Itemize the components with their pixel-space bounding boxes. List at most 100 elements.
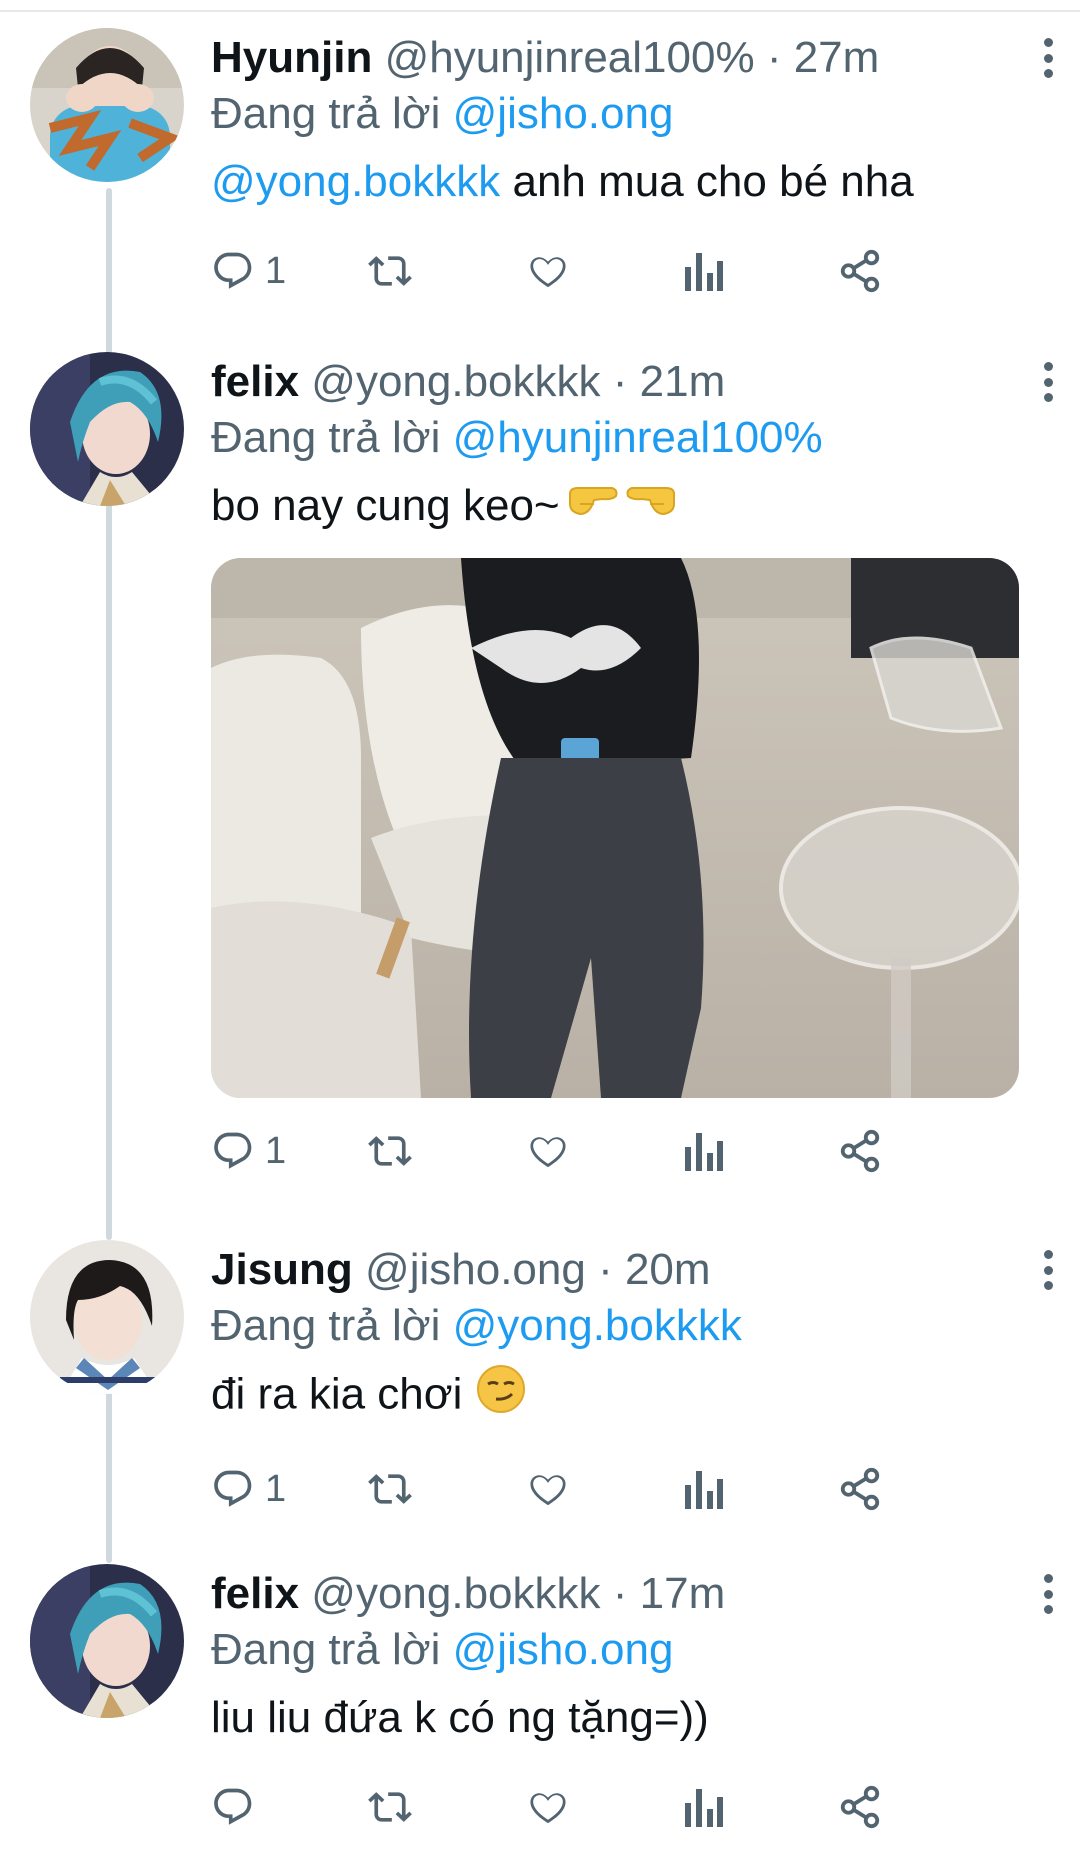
reply-button[interactable]: 1: [211, 1464, 286, 1514]
like-button[interactable]: [526, 1464, 570, 1514]
timestamp[interactable]: · 27m: [767, 33, 879, 82]
more-options-icon[interactable]: [1036, 38, 1060, 78]
user-handle[interactable]: @yong.bokkkk: [311, 357, 600, 406]
pointing-right-emoji: [566, 478, 622, 538]
views-icon: [685, 253, 723, 291]
share-icon: [840, 1467, 880, 1511]
display-name[interactable]: felix: [211, 357, 299, 406]
user-handle[interactable]: @yong.bokkkk: [311, 1569, 600, 1618]
avatar[interactable]: [30, 352, 184, 506]
views-button[interactable]: [683, 1126, 723, 1176]
tweet-actions: 1: [211, 1454, 1031, 1524]
reply-icon: [214, 1788, 252, 1825]
reply-button[interactable]: 1: [211, 1126, 286, 1176]
user-handle[interactable]: @jisho.ong: [365, 1245, 586, 1294]
tweet-text-body: liu liu đứa k có ng tặng=)): [211, 1693, 709, 1742]
text-mention[interactable]: @yong.bokkkk: [211, 157, 500, 206]
retweet-button[interactable]: [366, 1782, 414, 1832]
views-button[interactable]: [683, 246, 723, 296]
timestamp[interactable]: · 17m: [613, 1569, 725, 1618]
replying-to-line: Đang trả lời @jisho.ong: [211, 84, 1021, 144]
tweet-actions: 1: [211, 1116, 1031, 1186]
tweet-header: felix @yong.bokkkk · 21m: [211, 352, 1021, 412]
tweet-header: Hyunjin @hyunjinreal100% · 27m: [211, 28, 1021, 88]
reply-icon: [214, 252, 252, 289]
tweet[interactable]: felix @yong.bokkkk · 21m Đang trả lời @h…: [0, 352, 1080, 1173]
like-icon: [530, 1793, 566, 1824]
tweet-media-image[interactable]: [211, 558, 1019, 1099]
views-icon: [685, 1133, 723, 1172]
retweet-button[interactable]: [366, 1126, 414, 1176]
like-button[interactable]: [526, 1782, 570, 1832]
tweet-text: bo nay cung keo~: [211, 476, 1021, 538]
like-button[interactable]: [526, 1126, 570, 1176]
display-name[interactable]: Jisung: [211, 1245, 353, 1294]
replying-to-label: Đang trả lời: [211, 1301, 441, 1350]
reply-icon: [214, 1133, 252, 1170]
retweet-icon: [368, 1136, 412, 1167]
tweet-text: liu liu đứa k có ng tặng=)): [211, 1688, 1021, 1748]
tweet[interactable]: Jisung @jisho.ong · 20m Đang trả lời @yo…: [0, 1240, 1080, 1540]
tweet[interactable]: felix @yong.bokkkk · 17m Đang trả lời @j…: [0, 1564, 1080, 1864]
share-button[interactable]: [837, 1126, 883, 1176]
retweet-icon: [368, 1474, 412, 1504]
more-options-icon[interactable]: [1036, 1250, 1060, 1290]
avatar[interactable]: [30, 28, 184, 182]
avatar[interactable]: [30, 1564, 184, 1718]
tweet-text-body: anh mua cho bé nha: [500, 157, 914, 206]
retweet-icon: [368, 256, 412, 286]
smirking-face-emoji: [476, 1364, 526, 1430]
tweet-header: Jisung @jisho.ong · 20m: [211, 1240, 1021, 1300]
reply-count: 1: [265, 1468, 287, 1510]
tweet-text: đi ra kia chơi: [211, 1364, 1021, 1430]
reply-to-mention[interactable]: @jisho.ong: [453, 89, 674, 138]
replying-to-line: Đang trả lời @yong.bokkkk: [211, 1296, 1021, 1356]
views-button[interactable]: [683, 1464, 723, 1514]
tweet-actions: 1: [211, 236, 1031, 306]
like-icon: [530, 1475, 566, 1506]
user-handle[interactable]: @hyunjinreal100%: [385, 33, 755, 82]
more-options-icon[interactable]: [1036, 1574, 1060, 1614]
timestamp[interactable]: · 21m: [613, 357, 725, 406]
share-icon: [840, 249, 880, 293]
pointing-left-emoji: [622, 478, 678, 538]
share-icon: [840, 1130, 880, 1173]
retweet-icon: [368, 1792, 412, 1822]
replying-to-line: Đang trả lời @hyunjinreal100%: [211, 408, 1021, 468]
display-name[interactable]: felix: [211, 1569, 299, 1618]
reply-to-mention[interactable]: @yong.bokkkk: [453, 1301, 742, 1350]
more-options-icon[interactable]: [1036, 362, 1060, 402]
views-button[interactable]: [683, 1782, 723, 1832]
tweet-text-body: đi ra kia chơi: [211, 1369, 463, 1419]
like-icon: [530, 257, 566, 288]
tweet-text-body: bo nay cung keo~: [211, 481, 560, 530]
tweet-actions: [211, 1772, 1031, 1842]
retweet-button[interactable]: [366, 1464, 414, 1514]
tweet-text: @yong.bokkkk anh mua cho bé nha: [211, 152, 1021, 212]
reply-count: 1: [265, 250, 287, 292]
reply-icon: [214, 1470, 252, 1507]
avatar[interactable]: [30, 1240, 184, 1394]
reply-to-mention[interactable]: @hyunjinreal100%: [453, 413, 823, 462]
reply-count: 1: [265, 1130, 287, 1173]
reply-to-mention[interactable]: @jisho.ong: [453, 1625, 674, 1674]
replying-to-line: Đang trả lời @jisho.ong: [211, 1620, 1021, 1680]
share-button[interactable]: [837, 246, 883, 296]
reply-button[interactable]: 1: [211, 246, 286, 296]
reply-button[interactable]: [211, 1782, 265, 1832]
top-divider: [0, 10, 1080, 12]
tweet[interactable]: Hyunjin @hyunjinreal100% · 27m Đang trả …: [0, 28, 1080, 328]
share-icon: [840, 1785, 880, 1829]
timestamp[interactable]: · 20m: [598, 1245, 710, 1294]
like-button[interactable]: [526, 246, 570, 296]
views-icon: [685, 1471, 723, 1509]
views-icon: [685, 1789, 723, 1827]
share-button[interactable]: [837, 1464, 883, 1514]
display-name[interactable]: Hyunjin: [211, 33, 372, 82]
retweet-button[interactable]: [366, 246, 414, 296]
like-icon: [530, 1137, 566, 1168]
share-button[interactable]: [837, 1782, 883, 1832]
tweet-header: felix @yong.bokkkk · 17m: [211, 1564, 1021, 1624]
replying-to-label: Đang trả lời: [211, 1625, 441, 1674]
replying-to-label: Đang trả lời: [211, 89, 441, 138]
